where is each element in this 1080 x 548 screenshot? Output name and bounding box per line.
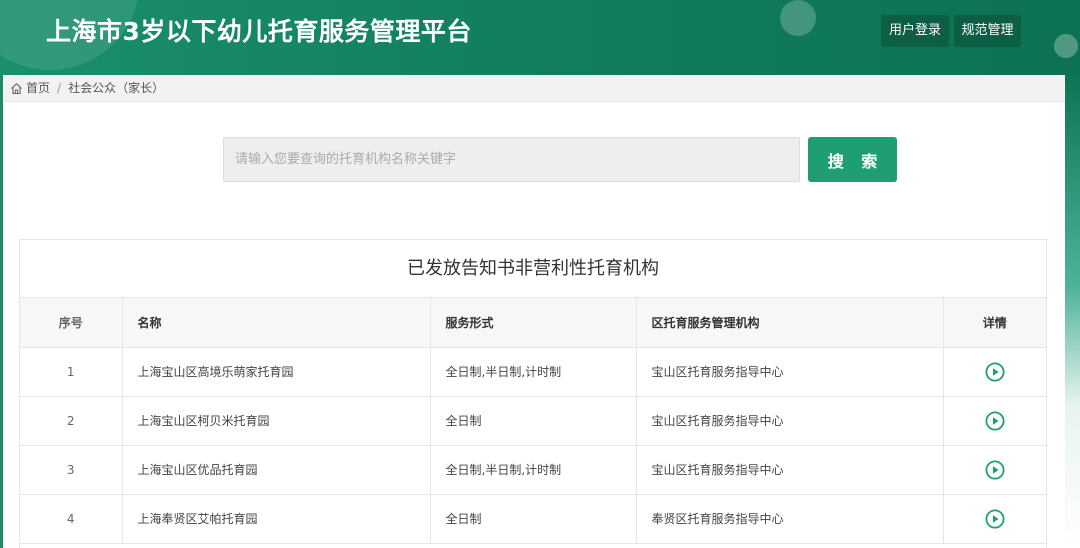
search-button[interactable]: 搜 索 xyxy=(808,137,897,182)
column-header-name: 名称 xyxy=(122,298,431,348)
app-title: 上海市3岁以下幼儿托育服务管理平台 xyxy=(46,17,472,46)
play-circle-icon[interactable] xyxy=(985,361,1005,382)
cell-index: 2 xyxy=(20,396,123,446)
institution-table-card: 已发放告知书非营利性托育机构 序号 名称 服务形式 区托育服务管理机构 详情 1… xyxy=(19,239,1047,548)
breadcrumb-separator: / xyxy=(57,80,62,95)
breadcrumb: 首页 / 社会公众（家长） xyxy=(3,75,1065,102)
cell-service: 全日制 xyxy=(430,494,637,544)
side-decoration xyxy=(1065,75,1080,548)
cell-detail xyxy=(943,396,1046,446)
cell-district: 宝山区托育服务指导中心 xyxy=(636,347,944,397)
play-circle-icon[interactable] xyxy=(985,410,1005,431)
institution-table: 序号 名称 服务形式 区托育服务管理机构 详情 1 上海宝山区高境乐萌家托育园 … xyxy=(20,298,1046,544)
cell-name: 上海宝山区高境乐萌家托育园 xyxy=(122,347,431,397)
breadcrumb-home-link[interactable]: 首页 xyxy=(26,75,50,102)
header-decoration-circle xyxy=(780,0,816,36)
header-decoration-circle xyxy=(1054,34,1078,58)
cell-index: 3 xyxy=(20,445,123,495)
cell-index: 1 xyxy=(20,347,123,397)
table-row: 2 上海宝山区柯贝米托育园 全日制 宝山区托育服务指导中心 xyxy=(20,396,1046,446)
top-header: 上海市3岁以下幼儿托育服务管理平台 用户登录 规范管理 xyxy=(0,0,1080,75)
cell-service: 全日制,半日制,计时制 xyxy=(430,347,637,397)
home-icon[interactable] xyxy=(10,82,23,95)
cell-service: 全日制 xyxy=(430,396,637,446)
column-header-service: 服务形式 xyxy=(430,298,637,348)
column-header-detail: 详情 xyxy=(943,298,1046,348)
table-row: 4 上海奉贤区艾帕托育园 全日制 奉贤区托育服务指导中心 xyxy=(20,494,1046,544)
cell-name: 上海宝山区优品托育园 xyxy=(122,445,431,495)
cell-district: 奉贤区托育服务指导中心 xyxy=(636,494,944,544)
table-title: 已发放告知书非营利性托育机构 xyxy=(20,240,1046,298)
cell-detail xyxy=(943,445,1046,495)
play-circle-icon[interactable] xyxy=(985,508,1005,529)
table-header-row: 序号 名称 服务形式 区托育服务管理机构 详情 xyxy=(20,298,1046,348)
cell-district: 宝山区托育服务指导中心 xyxy=(636,396,944,446)
play-circle-icon[interactable] xyxy=(985,459,1005,480)
main-panel: 首页 / 社会公众（家长） 搜 索 已发放告知书非营利性托育机构 序号 名称 服… xyxy=(3,75,1065,548)
user-login-button[interactable]: 用户登录 xyxy=(881,15,949,47)
column-header-district: 区托育服务管理机构 xyxy=(636,298,944,348)
cell-name: 上海奉贤区艾帕托育园 xyxy=(122,494,431,544)
table-row: 3 上海宝山区优品托育园 全日制,半日制,计时制 宝山区托育服务指导中心 xyxy=(20,445,1046,495)
cell-detail xyxy=(943,494,1046,544)
cell-service: 全日制,半日制,计时制 xyxy=(430,445,637,495)
regulation-management-button[interactable]: 规范管理 xyxy=(954,15,1021,47)
cell-district: 宝山区托育服务指导中心 xyxy=(636,445,944,495)
column-header-index: 序号 xyxy=(20,298,123,348)
cell-index: 4 xyxy=(20,494,123,544)
search-input[interactable] xyxy=(223,137,800,182)
cell-name: 上海宝山区柯贝米托育园 xyxy=(122,396,431,446)
cell-detail xyxy=(943,347,1046,397)
table-row: 1 上海宝山区高境乐萌家托育园 全日制,半日制,计时制 宝山区托育服务指导中心 xyxy=(20,347,1046,397)
breadcrumb-current: 社会公众（家长） xyxy=(68,80,165,95)
